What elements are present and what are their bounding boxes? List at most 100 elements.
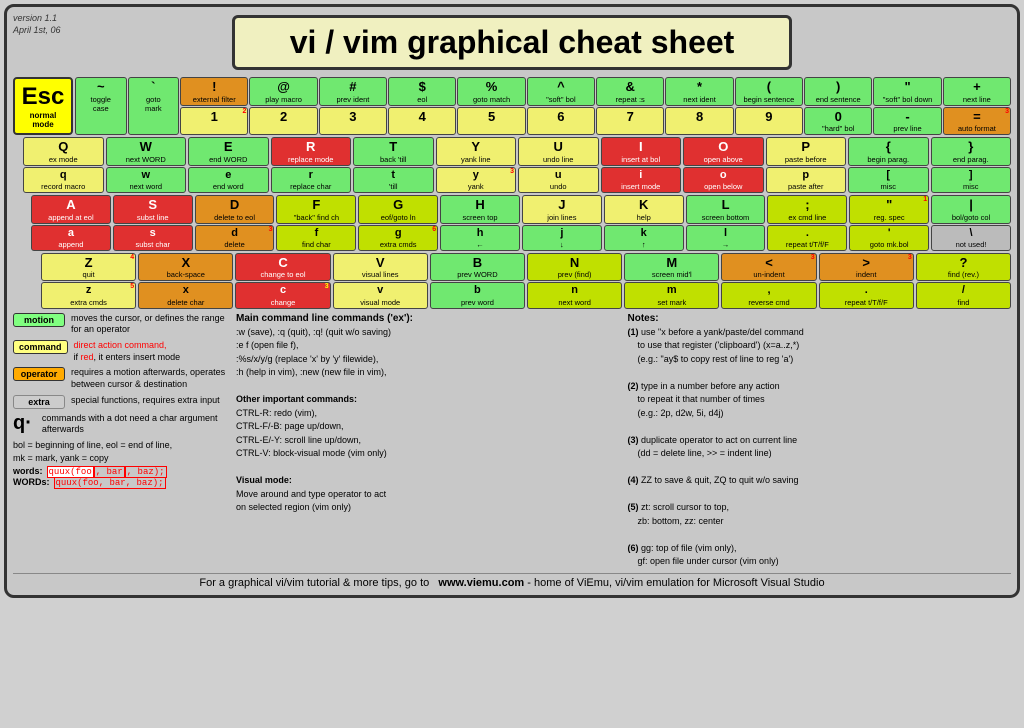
footer: For a graphical vi/vim tutorial & more t… bbox=[13, 573, 1011, 589]
key-1: 2 1 bbox=[180, 107, 248, 136]
key-7: 7 bbox=[596, 107, 664, 136]
mk-line: mk = mark, yank = copy bbox=[13, 453, 228, 465]
key-c: 3 cchange bbox=[235, 282, 330, 308]
key-gt: 3 >indent bbox=[819, 253, 914, 282]
key-n: nnext word bbox=[527, 282, 622, 308]
key-k: k↑ bbox=[604, 225, 684, 251]
key-r: rreplace char bbox=[271, 167, 352, 193]
key-F: F"back" find ch bbox=[276, 195, 356, 224]
words-line: words: quux(foo, bar, baz); bbox=[13, 466, 228, 477]
key-e: eend word bbox=[188, 167, 269, 193]
legend-section: motion moves the cursor, or defines the … bbox=[13, 313, 228, 569]
page-title: vi / vim graphical cheat sheet bbox=[245, 24, 779, 61]
key-S: Ssubst line bbox=[113, 195, 193, 224]
key-G: Geof/goto ln bbox=[358, 195, 438, 224]
key-quote: 'goto mk.bol bbox=[849, 225, 929, 251]
key-backslash: \not used! bbox=[931, 225, 1011, 251]
key-slash: /find bbox=[916, 282, 1011, 308]
key-E: Eend WORD bbox=[188, 137, 269, 166]
key-A: Aappend at eol bbox=[31, 195, 111, 224]
key-b: bprev word bbox=[430, 282, 525, 308]
key-i: iinsert mode bbox=[601, 167, 682, 193]
key-lparen: (begin sentence bbox=[735, 77, 803, 106]
key-hash: #prev ident bbox=[319, 77, 387, 106]
key-x: xdelete char bbox=[138, 282, 233, 308]
key-J: Jjoin lines bbox=[522, 195, 602, 224]
key-t: t'till bbox=[353, 167, 434, 193]
title-box: vi / vim graphical cheat sheet bbox=[232, 15, 792, 70]
key-dquote-top: ""soft" bol down bbox=[873, 77, 941, 106]
key-minus: -prev line bbox=[873, 107, 941, 136]
key-V: Vvisual lines bbox=[333, 253, 428, 282]
key-Z: 4 Zquit bbox=[41, 253, 136, 282]
key-lbrace: {begin parag. bbox=[848, 137, 929, 166]
WORDS-line: WORDs: quux(foo, bar, baz); bbox=[13, 477, 228, 489]
key-T: Tback 'till bbox=[353, 137, 434, 166]
key-caret: ^"soft" bol bbox=[527, 77, 595, 106]
key-backtick: `gotomark bbox=[128, 77, 180, 135]
key-M: Mscreen mid'l bbox=[624, 253, 719, 282]
key-P: Ppaste before bbox=[766, 137, 847, 166]
motion-badge: motion bbox=[13, 313, 65, 327]
key-rbrace: }end parag. bbox=[931, 137, 1012, 166]
key-5: 5 bbox=[457, 107, 525, 136]
extra-badge: extra bbox=[13, 395, 65, 409]
key-D: Ddelete to eol bbox=[195, 195, 275, 224]
key-C: Cchange to eol bbox=[235, 253, 330, 282]
key-g: 6 gextra cmds bbox=[358, 225, 438, 251]
key-question: ?find (rev.) bbox=[916, 253, 1011, 282]
key-X: Xback-space bbox=[138, 253, 233, 282]
key-w: wnext word bbox=[106, 167, 187, 193]
key-rbrace-lower: ]misc bbox=[931, 167, 1012, 193]
commands-section: Main command line commands ('ex'): :w (s… bbox=[236, 313, 620, 569]
motion-desc: moves the cursor, or defines the range f… bbox=[71, 313, 228, 336]
key-H: Hscreen top bbox=[440, 195, 520, 224]
operator-desc: requires a motion afterwards, operates b… bbox=[71, 367, 228, 390]
dot-desc: commands with a dot need a char argument… bbox=[42, 413, 228, 436]
key-comma: ,reverse cmd bbox=[721, 282, 816, 308]
operator-badge: operator bbox=[13, 367, 65, 381]
key-O: Oopen above bbox=[683, 137, 764, 166]
key-s: ssubst char bbox=[113, 225, 193, 251]
key-Q: Qex mode bbox=[23, 137, 104, 166]
key-f: ffind char bbox=[276, 225, 356, 251]
key-4: 4 bbox=[388, 107, 456, 136]
key-amp: &repeat :s bbox=[596, 77, 664, 106]
notes-content: (1) use "x before a yank/paste/del comma… bbox=[628, 326, 1012, 569]
key-l: l→ bbox=[686, 225, 766, 251]
key-9: 9 bbox=[735, 107, 803, 136]
key-W: Wnext WORD bbox=[106, 137, 187, 166]
key-d: 3 ddelete bbox=[195, 225, 275, 251]
key-R: Rreplace mode bbox=[271, 137, 352, 166]
key-dquote: 1 "reg. spec bbox=[849, 195, 929, 224]
key-U: Uundo line bbox=[518, 137, 599, 166]
key-v: vvisual mode bbox=[333, 282, 428, 308]
key-period: .repeat t/T/f/F bbox=[819, 282, 914, 308]
key-q: qrecord macro bbox=[23, 167, 104, 193]
key-3: 3 bbox=[319, 107, 387, 136]
key-tilde: ~togglecase bbox=[75, 77, 127, 135]
key-Y: Yyank line bbox=[436, 137, 517, 166]
key-lt: 3 <un-indent bbox=[721, 253, 816, 282]
dot-icon: q· bbox=[13, 413, 32, 433]
commands-content: :w (save), :q (quit), :q! (quit w/o savi… bbox=[236, 326, 620, 515]
key-N: Nprev (find) bbox=[527, 253, 622, 282]
key-8: 8 bbox=[665, 107, 733, 136]
key-exclaim: !external filter bbox=[180, 77, 248, 106]
key-colon-lower: .repeat t/T/f/F bbox=[767, 225, 847, 251]
key-L: Lscreen bottom bbox=[686, 195, 766, 224]
key-y: 3 yyank bbox=[436, 167, 517, 193]
key-I: Iinsert at bol bbox=[601, 137, 682, 166]
key-B: Bprev WORD bbox=[430, 253, 525, 282]
commands-heading: Main command line commands ('ex'): bbox=[236, 313, 620, 324]
notes-section: Notes: (1) use "x before a yank/paste/de… bbox=[628, 313, 1012, 569]
command-desc: direct action command, if red, it enters… bbox=[74, 340, 181, 363]
key-o: oopen below bbox=[683, 167, 764, 193]
command-badge: command bbox=[13, 340, 68, 354]
key-K: Khelp bbox=[604, 195, 684, 224]
key-m: mset mark bbox=[624, 282, 719, 308]
key-at: @play macro bbox=[249, 77, 317, 106]
key-z: 5 zextra cmds bbox=[41, 282, 136, 308]
extra-desc: special functions, requires extra input bbox=[71, 395, 220, 407]
key-u: uundo bbox=[518, 167, 599, 193]
